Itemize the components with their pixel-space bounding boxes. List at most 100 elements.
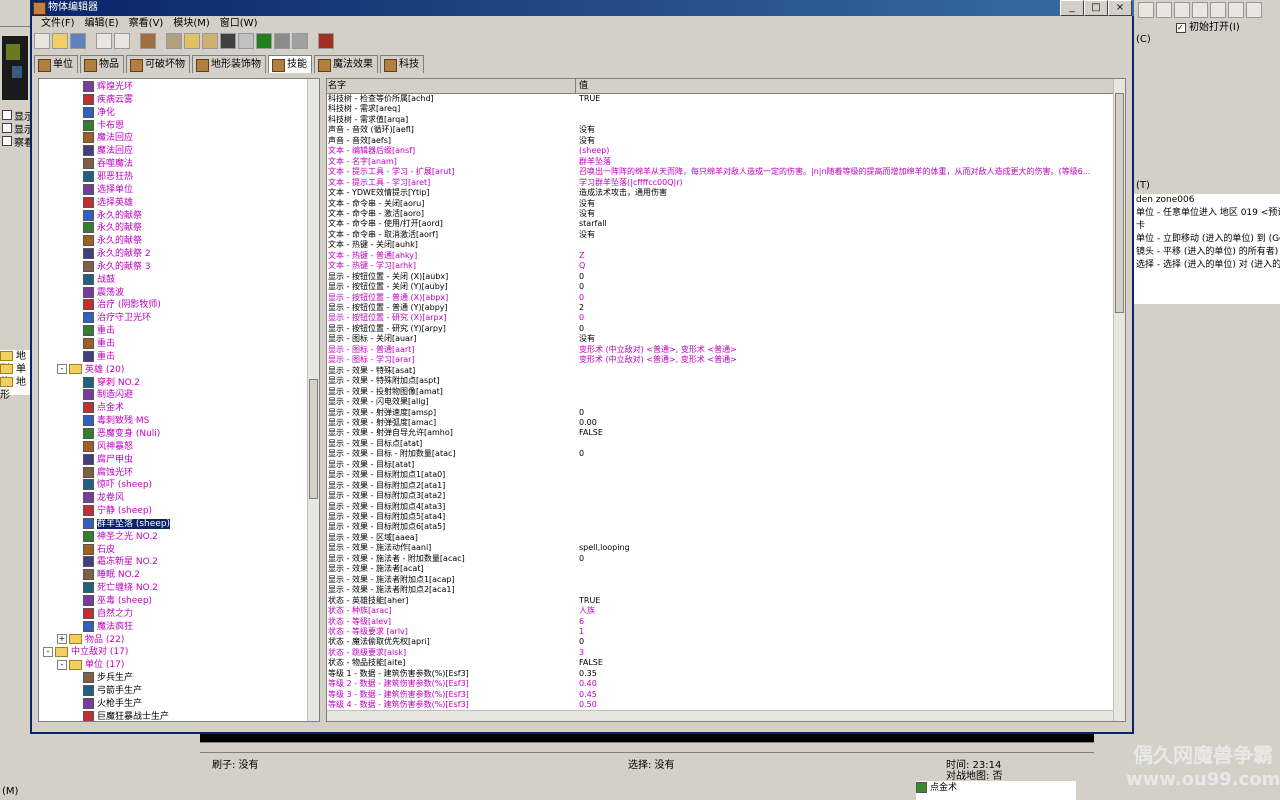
menu-file[interactable]: 文件(F)	[36, 16, 80, 32]
property-row[interactable]: 文本 - 命令串 - 激活[aoro] 没有	[327, 209, 1113, 219]
property-row[interactable]: 声音 - 音效 (循环)[aefl] 没有	[327, 125, 1113, 135]
property-row[interactable]: 显示 - 效果 - 目标附加点6[ata5]	[327, 522, 1113, 532]
property-row[interactable]: 文本 - 热键 - 关闭[auhk]	[327, 240, 1113, 250]
window-titlebar[interactable]: 物体编辑器 _ □ ×	[30, 0, 1134, 16]
tree-scroll-thumb[interactable]	[309, 379, 318, 499]
tree-item[interactable]: 战鼓	[83, 273, 115, 287]
property-row[interactable]: 显示 - 效果 - 目标附加点1[ata0]	[327, 470, 1113, 480]
import-manager-icon[interactable]	[292, 33, 308, 49]
tree-item[interactable]: 重击	[83, 338, 115, 351]
property-row[interactable]: 显示 - 效果 - 目标附加点4[ata3]	[327, 502, 1113, 512]
property-row[interactable]: 文本 - 命令串 - 取消激活[aorf] 没有	[327, 230, 1113, 240]
background-folder-2[interactable]: 单位	[0, 363, 30, 388]
property-row[interactable]: 显示 - 图标 - 关闭[auar] 没有	[327, 334, 1113, 344]
object-editor-icon[interactable]	[220, 33, 236, 49]
tree-folder[interactable]: - 英雄 (20)	[57, 364, 124, 377]
grid-hscrollbar[interactable]	[327, 710, 1113, 721]
property-row[interactable]: 显示 - 效果 - 施法动作[aani] spell,looping	[327, 543, 1113, 553]
tree-item[interactable]: 腐尸甲虫	[83, 453, 133, 467]
trigger-editor-icon[interactable]	[166, 33, 182, 49]
property-row[interactable]: 文本 - 命令串 - 关闭[aoru] 没有	[327, 199, 1113, 209]
expand-icon[interactable]: +	[57, 634, 67, 645]
tree-item[interactable]: 霜冻新星 NO.2	[83, 556, 158, 569]
tree-item[interactable]: 巫毒 (sheep)	[83, 595, 152, 608]
tree-item[interactable]: 重击	[83, 325, 115, 338]
tree-item[interactable]: 群羊坠落 (sheep)	[83, 517, 171, 531]
tree-item[interactable]: 制造闪避	[83, 389, 133, 402]
sound-editor-icon[interactable]	[184, 33, 200, 49]
menu-window[interactable]: 窗口(W)	[215, 16, 263, 32]
property-row[interactable]: 声音 - 音效[aefs] 没有	[327, 136, 1113, 146]
object-manager-icon[interactable]	[274, 33, 290, 49]
property-row[interactable]: 等级 1 - 数据 - 建筑伤害参数(%)[Esf3] 0.35	[327, 669, 1113, 679]
property-row[interactable]: 显示 - 效果 - 射弹弧度[amac] 0.00	[327, 418, 1113, 428]
property-row[interactable]: 显示 - 按钮位置 - 普通 (Y)[abpy] 2	[327, 303, 1113, 313]
campaign-editor-icon[interactable]	[238, 33, 254, 49]
tree-item[interactable]: 重击	[83, 350, 115, 364]
ai-editor-icon[interactable]	[256, 33, 272, 49]
property-row[interactable]: 状态 - 种族[arac] 人族	[327, 606, 1113, 616]
tree-item[interactable]: 恶魔变身 (Nuli)	[83, 427, 160, 441]
close-button[interactable]: ×	[1108, 0, 1132, 16]
property-row[interactable]: 显示 - 效果 - 闪电效果[alig]	[327, 397, 1113, 407]
tree-item[interactable]: 治疗 (阴影牧师)	[83, 299, 161, 312]
tab-destructibles[interactable]: 可破坏物	[126, 55, 190, 73]
property-row[interactable]: 显示 - 效果 - 射弹自导允许[amho] FALSE	[327, 428, 1113, 438]
tree-item[interactable]: 睡眠 NO.2	[83, 569, 140, 582]
column-value-header[interactable]: 值	[579, 79, 588, 93]
tree-item[interactable]: 惊吓 (sheep)	[83, 479, 152, 492]
property-row[interactable]: 显示 - 按钮位置 - 普通 (X)[abpx] 0	[327, 293, 1113, 303]
property-row[interactable]: 显示 - 效果 - 目标附加点5[ata4]	[327, 512, 1113, 522]
tab-upgrades[interactable]: 科技	[380, 55, 424, 73]
tree-item[interactable]: 宁静 (sheep)	[83, 505, 152, 518]
new-icon[interactable]	[34, 33, 50, 49]
terrain-editor-icon[interactable]	[140, 33, 156, 49]
tree-item[interactable]: 步兵生产	[83, 672, 133, 685]
property-row[interactable]: 科技树 - 需求[areq]	[327, 104, 1113, 114]
tree-item[interactable]: 自然之力	[83, 607, 133, 621]
tree-folder[interactable]: - 中立敌对 (17)	[43, 646, 128, 659]
paste-icon[interactable]	[114, 33, 130, 49]
open-icon[interactable]	[52, 33, 68, 49]
initially-on-checkbox[interactable]: ✓ 初始打开(I)	[1176, 18, 1240, 33]
property-row[interactable]: 显示 - 效果 - 投射物图像[amat]	[327, 387, 1113, 397]
property-row[interactable]: 状态 - 等级要求 [arlv] 1	[327, 627, 1113, 637]
tree-item[interactable]: 毒刺致残 MS	[83, 415, 149, 428]
property-row[interactable]: 科技树 - 需求值[arqa]	[327, 115, 1113, 125]
property-row[interactable]: 文本 - 名字[anam] 群羊坠落	[327, 157, 1113, 167]
property-row[interactable]: 文本 - 提示工具 - 学习 - 扩展[arut] 召唤出一阵阵的绵羊从天而降，每…	[327, 167, 1113, 177]
tree-item[interactable]: 永久的献祭	[83, 235, 142, 248]
property-row[interactable]: 文本 - 热键 - 普通[ahky] Z	[327, 251, 1113, 261]
tree-item[interactable]: 净化	[83, 106, 115, 120]
tab-abilities[interactable]: 技能	[268, 55, 312, 73]
property-row[interactable]: 科技树 - 检查等价所属[achd] TRUE	[327, 94, 1113, 104]
collapse-icon[interactable]: -	[57, 364, 67, 375]
property-row[interactable]: 文本 - 命令串 - 使用/打开[aord] starfall	[327, 219, 1113, 229]
property-row[interactable]: 显示 - 效果 - 特殊附加点[aspt]	[327, 376, 1113, 386]
tree-item[interactable]: 辉煌光环	[83, 81, 133, 94]
tree-item[interactable]: 火枪手生产	[83, 697, 142, 711]
property-row[interactable]: 显示 - 按钮位置 - 关闭 (X)[aubx] 0	[327, 272, 1113, 282]
background-folder-3[interactable]: 地形	[0, 376, 30, 401]
property-row[interactable]: 显示 - 图标 - 普通[aart] 变形术 (中立敌对) <普通>, 变形术 <…	[327, 345, 1113, 355]
property-row[interactable]: 显示 - 效果 - 施法者附加点1[acap]	[327, 575, 1113, 585]
property-row[interactable]: 等级 3 - 数据 - 建筑伤害参数(%)[Esf3] 0.45	[327, 690, 1113, 700]
tree-folder[interactable]: - 单位 (17)	[57, 659, 124, 672]
grid-scroll-thumb[interactable]	[1115, 93, 1124, 313]
tab-buffs[interactable]: 魔法效果	[314, 55, 378, 73]
tree-item[interactable]: 永久的献祭 2	[83, 248, 151, 261]
property-row[interactable]: 状态 - 魔法偷取优先权[apri] 0	[327, 637, 1113, 647]
tree-item[interactable]: 魔法疯狂	[83, 620, 133, 634]
property-row[interactable]: 状态 - 英雄技能[aher] TRUE	[327, 596, 1113, 606]
tree-item[interactable]: 风神暴怒	[83, 440, 133, 454]
property-row[interactable]: 显示 - 效果 - 施法者附加点2[aca1]	[327, 585, 1113, 595]
tree-item[interactable]: 龙卷风	[83, 492, 124, 505]
save-icon[interactable]	[70, 33, 86, 49]
tree-item[interactable]: 腐蚀光环	[83, 466, 133, 480]
property-row[interactable]: 显示 - 按钮位置 - 关闭 (Y)[auby] 0	[327, 282, 1113, 292]
tree-item[interactable]: 死亡缠绕 NO.2	[83, 582, 158, 595]
tree-item[interactable]: 石皮	[83, 543, 115, 557]
property-row[interactable]: 文本 - YDWE效情提示[Ytip] 造成法术攻击，通用伤害	[327, 188, 1113, 198]
property-row[interactable]: 等级 2 - 数据 - 建筑伤害参数(%)[Esf3] 0.40	[327, 679, 1113, 689]
tree-item[interactable]: 弓箭手生产	[83, 684, 142, 698]
